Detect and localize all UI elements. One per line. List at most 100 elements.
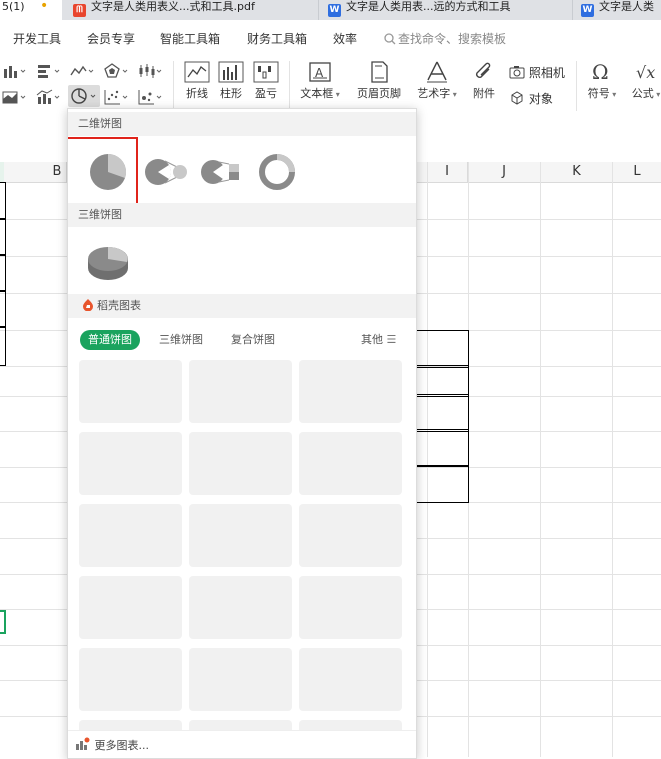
tab-workbook[interactable]: 5(1) • xyxy=(0,0,62,20)
bordered-cell[interactable] xyxy=(0,182,6,220)
wordart-icon xyxy=(427,61,447,83)
template-thumbnail[interactable] xyxy=(299,432,402,495)
camera-label: 照相机 xyxy=(528,66,565,80)
section-header-3d-pie: 三维饼图 xyxy=(68,203,416,227)
pie-chart-icon xyxy=(71,88,96,104)
column-chart-button[interactable] xyxy=(2,63,28,82)
header-footer-button[interactable]: 页眉页脚 xyxy=(354,61,404,101)
template-thumbnail[interactable] xyxy=(189,432,292,495)
column-label: K xyxy=(572,164,581,179)
template-thumbnail[interactable] xyxy=(79,648,182,711)
column-header-k[interactable]: K xyxy=(541,162,613,182)
combo-chart-icon xyxy=(36,89,60,104)
wordart-button[interactable]: 艺术字 ▾ xyxy=(413,61,461,101)
tab-3d-pie[interactable]: 三维饼图 xyxy=(151,330,211,350)
section-header-docer-charts: 稻壳图表 xyxy=(68,294,416,318)
tab-pdf-document[interactable]: ᗰ 文字是人类用表义...式和工具.pdf xyxy=(73,0,313,20)
symbol-button[interactable]: Ω 符号 ▾ xyxy=(584,61,620,101)
template-thumbnail[interactable] xyxy=(79,576,182,639)
template-thumbnail[interactable] xyxy=(299,504,402,567)
template-thumbnail[interactable] xyxy=(189,504,292,567)
template-thumbnail[interactable] xyxy=(299,576,402,639)
tab-label: 文字是人类 xyxy=(599,0,654,13)
area-chart-button[interactable] xyxy=(2,89,28,108)
bordered-cell[interactable] xyxy=(0,218,6,256)
bordered-cell[interactable] xyxy=(0,254,6,292)
template-thumbnail[interactable] xyxy=(299,360,402,423)
sparkline-column-icon xyxy=(218,61,244,83)
tab-composite-pie[interactable]: 复合饼图 xyxy=(223,330,283,350)
template-thumbnail[interactable] xyxy=(79,432,182,495)
column-header-i[interactable]: I xyxy=(427,162,468,182)
3d-pie-chart-icon xyxy=(88,247,128,280)
sparkline-line-icon xyxy=(184,61,210,83)
pie-chart-button[interactable] xyxy=(68,85,100,107)
stock-chart-icon xyxy=(139,64,162,78)
sparkline-winloss-button[interactable]: 盈亏 xyxy=(251,61,281,101)
menu-developer-tools[interactable]: 开发工具 xyxy=(13,30,61,47)
formula-label: 公式 xyxy=(631,87,654,100)
symbol-label: 符号 xyxy=(587,87,610,100)
ribbon-divider xyxy=(289,61,290,111)
stock-chart-button[interactable] xyxy=(138,63,164,82)
bordered-cell[interactable] xyxy=(412,429,469,467)
object-icon xyxy=(511,91,523,105)
tab-bar: 5(1) • ᗰ 文字是人类用表义...式和工具.pdf W 文字是人类用表...远… xyxy=(0,0,661,20)
tab-word-document-2[interactable]: W 文字是人类 xyxy=(572,0,661,20)
pdf-icon: ᗰ xyxy=(73,4,86,17)
scatter-chart-button[interactable] xyxy=(104,89,130,108)
template-thumbnail[interactable] xyxy=(79,360,182,423)
object-button[interactable]: 对象 xyxy=(509,90,553,107)
bordered-cell[interactable] xyxy=(0,290,6,328)
doughnut-chart-option[interactable] xyxy=(250,147,310,197)
template-thumbnail[interactable] xyxy=(79,504,182,567)
bordered-cell[interactable] xyxy=(412,465,469,503)
menu-smart-toolbox[interactable]: 智能工具箱 xyxy=(160,30,220,47)
formula-button[interactable]: √x 公式 ▾ xyxy=(628,61,661,101)
column-header-j[interactable]: J xyxy=(468,162,541,182)
ribbon-divider xyxy=(173,61,174,111)
more-charts-link[interactable]: 更多图表... xyxy=(75,737,149,753)
3d-pie-chart-option[interactable] xyxy=(78,237,138,287)
bordered-cell[interactable] xyxy=(412,330,469,368)
bar-of-pie-option[interactable] xyxy=(194,147,254,197)
line-chart-icon xyxy=(70,65,94,76)
attachment-button[interactable]: 附件 xyxy=(470,61,498,101)
column-label: J xyxy=(502,164,506,179)
menu-efficiency[interactable]: 效率 xyxy=(333,30,357,47)
menu-finance-toolbox[interactable]: 财务工具箱 xyxy=(247,30,307,47)
other-templates-button[interactable]: 其他 ☰ xyxy=(361,330,396,350)
template-thumbnail[interactable] xyxy=(299,648,402,711)
camera-icon xyxy=(509,66,525,79)
more-charts-icon xyxy=(76,737,90,750)
other-label: 其他 xyxy=(361,333,383,346)
tab-regular-pie[interactable]: 普通饼图 xyxy=(80,330,140,350)
sparkline-winloss-label: 盈亏 xyxy=(255,87,277,100)
template-thumbnail[interactable] xyxy=(189,360,292,423)
sparkline-column-button[interactable]: 柱形 xyxy=(216,61,246,101)
template-thumbnail[interactable] xyxy=(189,648,292,711)
more-charts-footer[interactable]: 更多图表... xyxy=(68,730,416,758)
more-charts-button[interactable] xyxy=(138,89,164,108)
pie-of-pie-option[interactable] xyxy=(138,147,198,197)
line-chart-button[interactable] xyxy=(70,63,96,82)
sparkline-line-button[interactable]: 折线 xyxy=(182,61,212,101)
tab-word-document[interactable]: W 文字是人类用表...远的方式和工具 xyxy=(318,0,576,20)
bubble-chart-icon xyxy=(138,90,162,105)
camera-button[interactable]: 照相机 xyxy=(509,64,565,81)
command-search[interactable]: 查找命令、搜索模板 xyxy=(384,30,506,47)
template-thumbnail[interactable] xyxy=(189,576,292,639)
tab-label: 文字是人类用表...远的方式和工具 xyxy=(346,0,511,13)
bordered-cell[interactable] xyxy=(412,394,469,432)
bar-chart-button[interactable] xyxy=(36,63,62,82)
header-footer-icon xyxy=(371,61,388,83)
bordered-cell[interactable] xyxy=(412,365,469,397)
bordered-cell[interactable] xyxy=(0,326,6,366)
column-header-b[interactable]: B xyxy=(4,162,67,182)
combo-chart-button[interactable] xyxy=(36,89,62,108)
search-placeholder: 查找命令、搜索模板 xyxy=(398,32,507,46)
menu-member-exclusive[interactable]: 会员专享 xyxy=(87,30,135,47)
column-header-l[interactable]: L xyxy=(613,162,661,182)
textbox-button[interactable]: A 文本框 ▾ xyxy=(297,61,343,101)
radar-chart-button[interactable] xyxy=(104,63,130,82)
